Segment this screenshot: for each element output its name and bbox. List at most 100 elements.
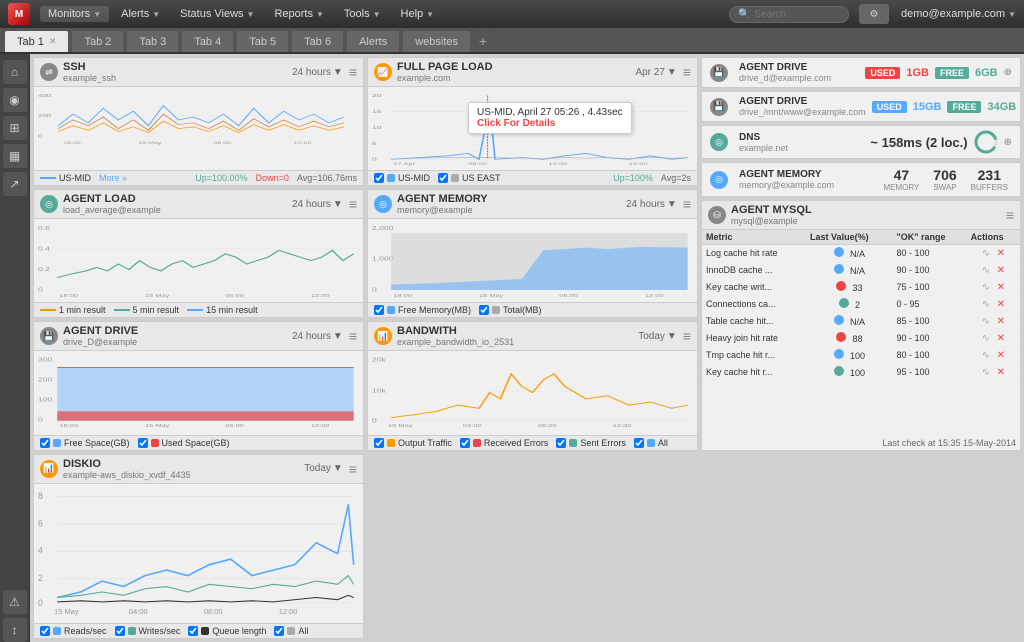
sidebar-home-icon[interactable]: ⌂ <box>3 60 27 84</box>
tab-websites[interactable]: websites <box>402 30 471 52</box>
drive-used-checkbox[interactable] <box>138 438 148 448</box>
bw-output-checkbox[interactable] <box>374 438 384 448</box>
agent-drive-chart-time[interactable]: 24 hours ▼ <box>292 331 343 342</box>
metric-chart-action[interactable]: ∿ <box>982 350 990 361</box>
ssh-time-selector[interactable]: 24 hours ▼ <box>292 67 343 78</box>
metric-delete-action[interactable]: ✕ <box>997 248 1005 259</box>
svg-text:18:00: 18:00 <box>63 141 81 145</box>
metric-chart-action[interactable]: ∿ <box>982 367 990 378</box>
bw-received-checkbox[interactable] <box>460 438 470 448</box>
metric-status-dot <box>834 264 844 274</box>
metric-value: 100 <box>850 351 865 361</box>
drive-free-checkbox[interactable] <box>40 438 50 448</box>
diskio-all-checkbox[interactable] <box>274 626 284 636</box>
nav-tools[interactable]: Tools ▼ <box>336 6 389 22</box>
mem-total-checkbox[interactable] <box>479 305 489 315</box>
agent-memory-right-widget: ◎ AGENT MEMORY memory@example.com 47 MEM… <box>701 162 1021 197</box>
svg-text:08:00: 08:00 <box>538 424 557 429</box>
diskio-time[interactable]: Today ▼ <box>304 463 343 474</box>
bandwidth-svg: 20k 10k 0 15 May 04:00 08:00 12:00 <box>372 355 693 430</box>
tab-2[interactable]: Tab 2 <box>71 30 124 52</box>
metric-delete-action[interactable]: ✕ <box>997 282 1005 293</box>
tab-4[interactable]: Tab 4 <box>181 30 234 52</box>
bw-sent-checkbox[interactable] <box>556 438 566 448</box>
sidebar-circle-icon[interactable]: ◉ <box>3 88 27 112</box>
ssh-panel: ⇌ SSH example_ssh 24 hours ▼ ≡ 400 200 0 <box>33 57 364 186</box>
metric-delete-action[interactable]: ✕ <box>997 350 1005 361</box>
metric-delete-action[interactable]: ✕ <box>997 265 1005 276</box>
user-email: demo@example.com <box>901 8 1005 20</box>
metric-delete-action[interactable]: ✕ <box>997 299 1005 310</box>
agent-drive-chart-menu[interactable]: ≡ <box>349 329 357 343</box>
bw-all-checkbox[interactable] <box>634 438 644 448</box>
sidebar-alert-icon[interactable]: ⚠ <box>3 590 27 614</box>
diskio-menu[interactable]: ≡ <box>349 462 357 476</box>
mysql-menu[interactable]: ≡ <box>1006 208 1014 222</box>
mem-free-checkbox[interactable] <box>374 305 384 315</box>
metric-chart-action[interactable]: ∿ <box>982 265 990 276</box>
metric-chart-action[interactable]: ∿ <box>982 248 990 259</box>
diskio-svg: 8 6 4 2 0 15 May 04:00 08:00 12:00 <box>38 488 359 619</box>
search-input[interactable] <box>754 9 834 20</box>
agent-drive-svg: 300 200 100 0 18:00 15 May 06:00 12:00 <box>38 355 359 430</box>
svg-text:5: 5 <box>372 141 377 146</box>
metric-delete-action[interactable]: ✕ <box>997 333 1005 344</box>
metric-chart-action[interactable]: ∿ <box>982 282 990 293</box>
metric-chart-action[interactable]: ∿ <box>982 299 990 310</box>
bandwidth-time[interactable]: Today ▼ <box>638 331 677 342</box>
svg-text:18:00: 18:00 <box>59 293 78 298</box>
metric-chart-action[interactable]: ∿ <box>982 333 990 344</box>
agent-mysql-panel: ⛁ AGENT MYSQL mysql@example ≡ Metric Las… <box>701 200 1021 451</box>
agent-drive-1-expand[interactable]: ⊕ <box>1004 67 1012 78</box>
sidebar-grid-icon[interactable]: ⊞ <box>3 116 27 140</box>
fpl-useast-checkbox[interactable] <box>438 173 448 183</box>
sidebar-share-icon[interactable]: ↗ <box>3 172 27 196</box>
metric-name: Heavy join hit rate <box>702 330 806 347</box>
diskio-writes-checkbox[interactable] <box>115 626 125 636</box>
agent-load-time[interactable]: 24 hours ▼ <box>292 199 343 210</box>
fpl-menu[interactable]: ≡ <box>683 65 691 79</box>
tab-1[interactable]: Tab 1 ✕ <box>4 30 69 52</box>
user-menu[interactable]: demo@example.com ▼ <box>901 8 1016 20</box>
metric-chart-action[interactable]: ∿ <box>982 316 990 327</box>
tab-3[interactable]: Tab 3 <box>126 30 179 52</box>
fpl-time[interactable]: Apr 27 ▼ <box>635 67 676 78</box>
nav-monitors[interactable]: Monitors ▼ <box>40 6 109 22</box>
mysql-table-row: Heavy join hit rate 88 90 - 100 ∿ ✕ <box>702 330 1020 347</box>
sidebar-panel-icon[interactable]: ▦ <box>3 144 27 168</box>
mysql-header: ⛁ AGENT MYSQL mysql@example ≡ <box>702 201 1020 230</box>
fpl-usmid-checkbox[interactable] <box>374 173 384 183</box>
bandwidth-menu[interactable]: ≡ <box>683 329 691 343</box>
agent-memory-chart-body: 2,000 1,000 0 18:00 15 May 06:00 12:00 <box>368 219 697 302</box>
notification-icon[interactable]: ⚙ <box>859 4 889 24</box>
ssh-menu-icon[interactable]: ≡ <box>349 65 357 79</box>
agent-memory-svg: 2,000 1,000 0 18:00 15 May 06:00 12:00 <box>372 223 693 298</box>
svg-text:12:00: 12:00 <box>294 141 312 145</box>
tab-alerts[interactable]: Alerts <box>346 30 400 52</box>
svg-text:15 May: 15 May <box>145 293 171 298</box>
tab-5[interactable]: Tab 5 <box>236 30 289 52</box>
ssh-legend-more[interactable]: More » <box>99 173 127 183</box>
nav-alerts[interactable]: Alerts ▼ <box>113 6 168 22</box>
agent-memory-chart-icon: ◎ <box>374 195 392 213</box>
nav-reports[interactable]: Reports ▼ <box>266 6 331 22</box>
metric-delete-action[interactable]: ✕ <box>997 367 1005 378</box>
nav-help[interactable]: Help ▼ <box>393 6 443 22</box>
nav-status-views[interactable]: Status Views ▼ <box>172 6 262 22</box>
sidebar-settings-icon[interactable]: ↕ <box>3 618 27 642</box>
diskio-queue-checkbox[interactable] <box>188 626 198 636</box>
metric-delete-action[interactable]: ✕ <box>997 316 1005 327</box>
agent-memory-chart-menu[interactable]: ≡ <box>683 197 691 211</box>
dns-expand[interactable]: ⊕ <box>1004 137 1012 148</box>
agent-memory-chart-time[interactable]: 24 hours ▼ <box>626 199 677 210</box>
svg-text:0: 0 <box>372 157 377 162</box>
fpl-icon: 📈 <box>374 63 392 81</box>
agent-load-menu[interactable]: ≡ <box>349 197 357 211</box>
svg-text:300: 300 <box>38 358 52 363</box>
agent-drive-chart-header: 💾 AGENT DRIVE drive_D@example 24 hours ▼… <box>34 322 363 351</box>
tab-6[interactable]: Tab 6 <box>291 30 344 52</box>
tab-add-button[interactable]: + <box>473 30 493 52</box>
svg-text:100: 100 <box>38 398 52 403</box>
diskio-reads-checkbox[interactable] <box>40 626 50 636</box>
agent-drive-2-widget: 💾 AGENT DRIVE drive_/mnt/www@example.com… <box>701 91 1021 122</box>
